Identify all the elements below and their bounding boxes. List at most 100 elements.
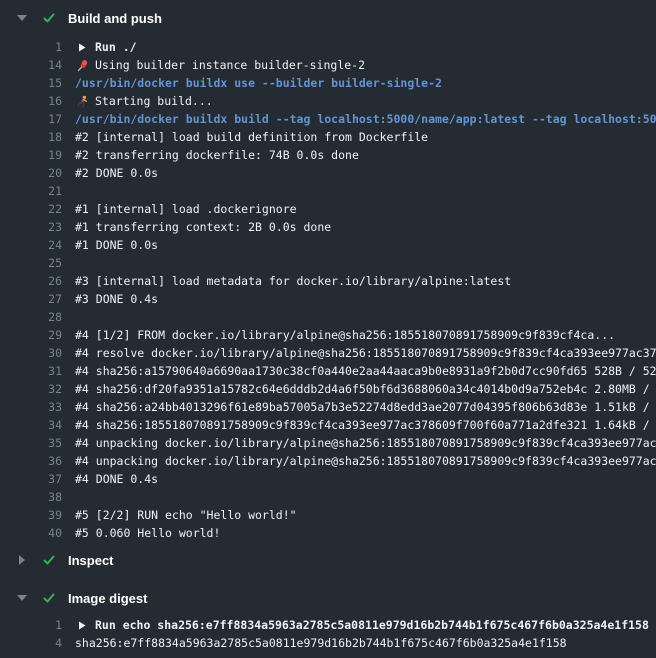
- log-text: #1 [internal] load .dockerignore: [75, 200, 297, 218]
- log-text-value: /usr/bin/docker buildx build --tag local…: [75, 110, 656, 128]
- section-header-build-and-push[interactable]: Build and push: [0, 8, 656, 28]
- log-line: 20 #2 DONE 0.0s: [0, 164, 656, 182]
- line-number[interactable]: 23: [0, 218, 62, 236]
- log-line: 21: [0, 182, 656, 200]
- section-title: Inspect: [68, 553, 114, 568]
- log-line: 18 #2 [internal] load build definition fr…: [0, 128, 656, 146]
- log-line: 1 Run echo sha256:e7ff8834a5963a2785c5a08…: [0, 616, 656, 634]
- log-text-value: #4 sha256:df20fa9351a15782c64e6dddb2d4a6…: [75, 380, 656, 398]
- log-text-value: #1 DONE 0.0s: [75, 236, 158, 254]
- log-line: 36 #4 unpacking docker.io/library/alpine@…: [0, 452, 656, 470]
- log-line: 40#5 0.060 Hello world!: [0, 524, 656, 542]
- log-text: Run ./: [75, 38, 137, 56]
- line-number[interactable]: 39: [0, 506, 62, 524]
- log-text-value: #4 sha256:185518070891758909c9f839cf4ca3…: [75, 416, 656, 434]
- line-number[interactable]: 1: [0, 38, 62, 56]
- line-number[interactable]: 34: [0, 416, 62, 434]
- pushpin-icon: [75, 58, 89, 72]
- log-line: 33 #4 sha256:a24bb4013296f61e89ba57005a7b…: [0, 398, 656, 416]
- line-number[interactable]: 30: [0, 344, 62, 362]
- line-number[interactable]: 19: [0, 146, 62, 164]
- section-header-inspect[interactable]: Inspect: [0, 550, 656, 570]
- log-text-value: Starting build...: [95, 92, 213, 110]
- log-text-value: /usr/bin/docker buildx use --builder bui…: [75, 74, 442, 92]
- log-line: 34 #4 sha256:185518070891758909c9f839cf4c…: [0, 416, 656, 434]
- log-text: #2 transferring dockerfile: 74B 0.0s don…: [75, 146, 359, 164]
- log-line: 14 Using builder instance builder-single-…: [0, 56, 656, 74]
- log-text: /usr/bin/docker buildx build --tag local…: [75, 110, 656, 128]
- line-number[interactable]: 27: [0, 290, 62, 308]
- line-number[interactable]: 4: [0, 634, 62, 652]
- line-number[interactable]: 38: [0, 488, 62, 506]
- log-text-value: Run ./: [95, 38, 137, 56]
- log-lines-image-digest: 1 Run echo sha256:e7ff8834a5963a2785c5a08…: [0, 616, 656, 652]
- line-number[interactable]: 15: [0, 74, 62, 92]
- line-number[interactable]: 20: [0, 164, 62, 182]
- line-number[interactable]: 24: [0, 236, 62, 254]
- log-text: #2 [internal] load build definition from…: [75, 128, 428, 146]
- line-number[interactable]: 31: [0, 362, 62, 380]
- log-line: 23 #1 transferring context: 2B 0.0s done: [0, 218, 656, 236]
- log-text: Using builder instance builder-single-2: [75, 56, 365, 74]
- chevron-down-icon[interactable]: [16, 592, 28, 604]
- expand-run-icon[interactable]: [75, 618, 89, 632]
- line-number[interactable]: 16: [0, 92, 62, 110]
- log-line: 22 #1 [internal] load .dockerignore: [0, 200, 656, 218]
- log-text: #5 [2/2] RUN echo "Hello world!": [75, 506, 297, 524]
- log-text-value: #1 transferring context: 2B 0.0s done: [75, 218, 331, 236]
- line-number[interactable]: 37: [0, 470, 62, 488]
- log-text: Starting build...: [75, 92, 213, 110]
- line-number[interactable]: 36: [0, 452, 62, 470]
- log-line: 16 Starting build...: [0, 92, 656, 110]
- log-text-value: #2 transferring dockerfile: 74B 0.0s don…: [75, 146, 359, 164]
- log-text-value: Run echo sha256:e7ff8834a5963a2785c5a081…: [95, 616, 649, 634]
- line-number[interactable]: 40: [0, 524, 62, 542]
- line-number[interactable]: 14: [0, 56, 62, 74]
- line-number[interactable]: 35: [0, 434, 62, 452]
- log-line: 37 #4 DONE 0.4s: [0, 470, 656, 488]
- line-number[interactable]: 29: [0, 326, 62, 344]
- log-line: 4 sha256:e7ff8834a5963a2785c5a0811e979d16…: [0, 634, 656, 652]
- log-line: 38: [0, 488, 656, 506]
- log-text: #4 unpacking docker.io/library/alpine@sh…: [75, 452, 656, 470]
- workflow-log-viewer: Build and push 1Run ./14Using builder in…: [0, 0, 656, 658]
- log-text: #3 DONE 0.4s: [75, 290, 158, 308]
- line-number[interactable]: 32: [0, 380, 62, 398]
- log-line: 39 #5 [2/2] RUN echo "Hello world!": [0, 506, 656, 524]
- log-text-value: #3 DONE 0.4s: [75, 290, 158, 308]
- log-text-value: #4 sha256:a15790640a6690aa1730c38cf0a440…: [75, 362, 656, 380]
- line-number[interactable]: 22: [0, 200, 62, 218]
- line-number[interactable]: 26: [0, 272, 62, 290]
- section-title: Build and push: [68, 11, 162, 26]
- log-line: 17/usr/bin/docker buildx build --tag loc…: [0, 110, 656, 128]
- chevron-down-icon[interactable]: [16, 12, 28, 24]
- log-line: 25: [0, 254, 656, 272]
- section-header-image-digest[interactable]: Image digest: [0, 588, 656, 608]
- expand-run-icon[interactable]: [75, 40, 89, 54]
- log-line: 19 #2 transferring dockerfile: 74B 0.0s d…: [0, 146, 656, 164]
- check-icon: [42, 11, 56, 25]
- line-number[interactable]: 28: [0, 308, 62, 326]
- line-number[interactable]: 21: [0, 182, 62, 200]
- line-number[interactable]: 17: [0, 110, 62, 128]
- chevron-right-icon[interactable]: [16, 554, 28, 566]
- line-number[interactable]: 25: [0, 254, 62, 272]
- log-text: #3 [internal] load metadata for docker.i…: [75, 272, 511, 290]
- log-text-value: #2 DONE 0.0s: [75, 164, 158, 182]
- log-text-value: #4 sha256:a24bb4013296f61e89ba57005a7b3e…: [75, 398, 656, 416]
- line-number[interactable]: 1: [0, 616, 62, 634]
- line-number[interactable]: 33: [0, 398, 62, 416]
- log-text: #4 resolve docker.io/library/alpine@sha2…: [75, 344, 656, 362]
- log-line: 28: [0, 308, 656, 326]
- log-line: 32 #4 sha256:df20fa9351a15782c64e6dddb2d4…: [0, 380, 656, 398]
- log-text: #1 DONE 0.0s: [75, 236, 158, 254]
- log-text: #4 DONE 0.4s: [75, 470, 158, 488]
- runner-icon: [75, 94, 89, 108]
- log-line: 30 #4 resolve docker.io/library/alpine@sh…: [0, 344, 656, 362]
- log-text: sha256:e7ff8834a5963a2785c5a0811e979d16b…: [75, 634, 567, 652]
- log-line: 31 #4 sha256:a15790640a6690aa1730c38cf0a4…: [0, 362, 656, 380]
- log-lines-build-and-push: 1 Run ./ 14 Using builder instance builder-…: [0, 38, 656, 542]
- log-line: 29#4 [1/2] FROM docker.io/library/alpine…: [0, 326, 656, 344]
- log-text: #1 transferring context: 2B 0.0s done: [75, 218, 331, 236]
- line-number[interactable]: 18: [0, 128, 62, 146]
